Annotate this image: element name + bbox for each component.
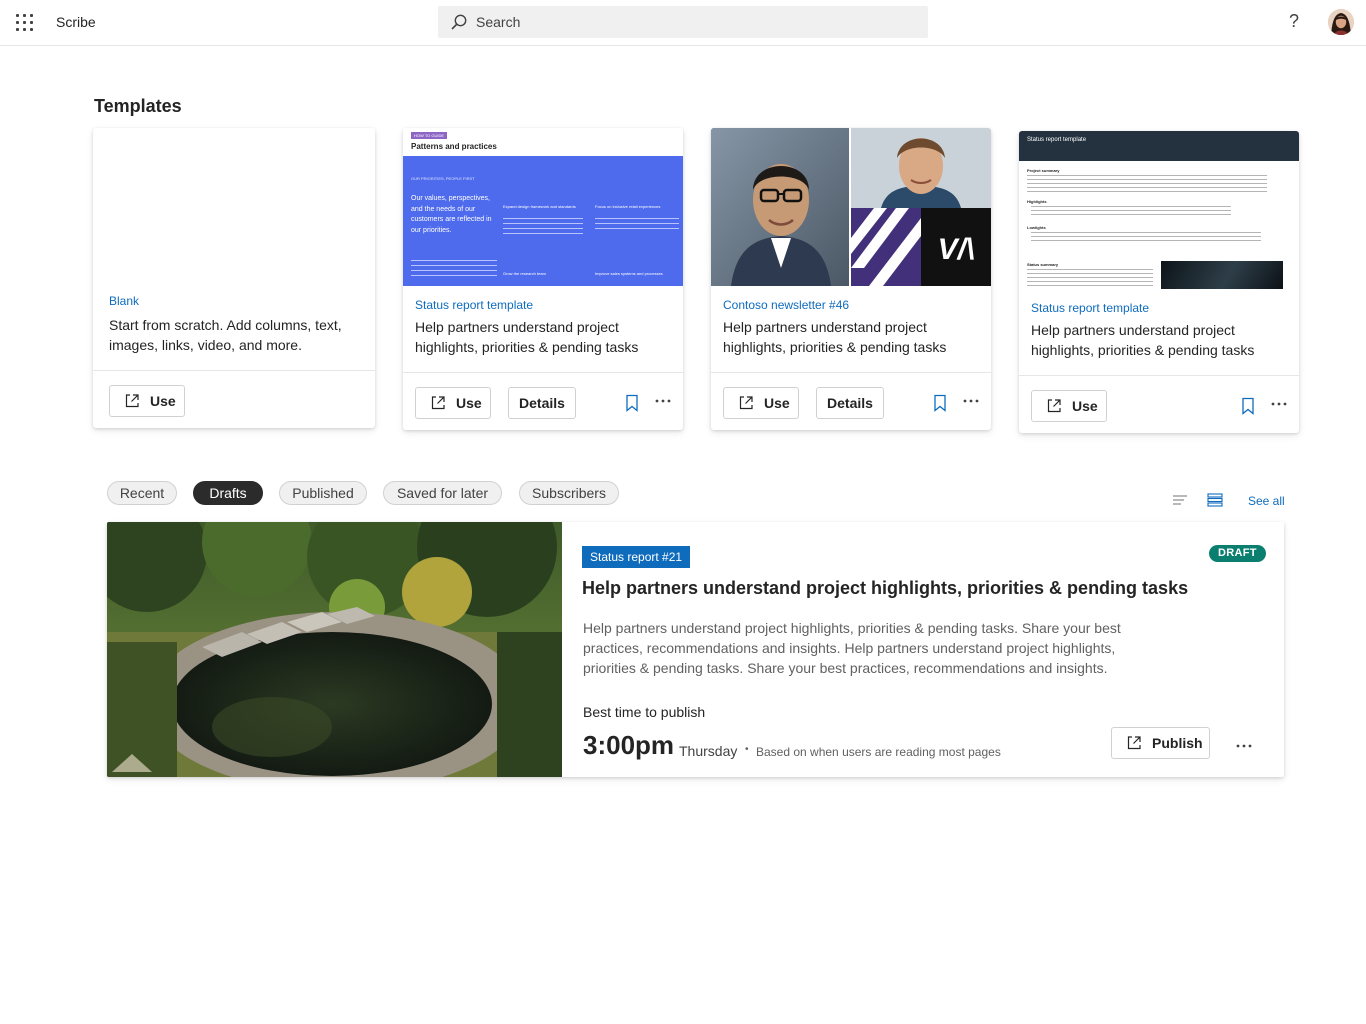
thumb-col2-title: Expand design framework and standards [503, 204, 576, 209]
draft-card[interactable]: Status report #21 DRAFT Help partners un… [107, 522, 1284, 777]
user-photo-icon [1328, 9, 1354, 35]
template-card-newsletter[interactable]: V/\ Contoso newsletter #46 Help partners… [711, 128, 991, 430]
template-thumbnail: Status report template Project summary H… [1019, 131, 1299, 289]
thumb-col3-title: Focus on inclusive retail experiences [595, 204, 661, 209]
newsletter-photo-collage-icon: V/\ [711, 128, 991, 286]
filter-pill-saved-for-later[interactable]: Saved for later [383, 481, 502, 505]
thumb-title: Status report template [1027, 137, 1087, 143]
best-time-label: Best time to publish [583, 704, 706, 720]
thumb-section: Status summary [1027, 262, 1059, 267]
draft-body: Help partners understand project highlig… [583, 620, 1121, 676]
more-options-icon[interactable] [962, 398, 980, 404]
card-divider [93, 370, 375, 371]
thumb-col3-footer: Improve sales systems and processes [595, 271, 663, 276]
publish-button-label: Publish [1152, 735, 1203, 751]
template-description: Help partners understand project highlig… [723, 319, 947, 355]
more-options-icon[interactable] [1235, 743, 1253, 749]
bookmark-icon[interactable] [1241, 397, 1255, 415]
template-kicker: Status report template [415, 298, 534, 312]
publish-button[interactable]: Publish [1111, 727, 1210, 759]
template-description: Help partners understand project highlig… [415, 319, 639, 355]
thumb-lines [595, 218, 679, 232]
card-list-view-icon[interactable] [1207, 493, 1223, 507]
search-icon [451, 14, 467, 30]
card-divider [711, 372, 991, 373]
filter-pill-drafts[interactable]: Drafts [193, 481, 263, 505]
thumb-header-bar: Status report template [1019, 131, 1299, 161]
filter-pill-recent[interactable]: Recent [107, 481, 177, 505]
bookmark-icon[interactable] [625, 394, 639, 412]
template-description: Start from scratch. Add columns, text, i… [109, 317, 342, 353]
template-thumbnail: HOW TO GUIDE Patterns and practices OUR … [403, 128, 683, 286]
use-button-label: Use [150, 393, 176, 409]
thumb-lines [1027, 175, 1267, 193]
use-button-label: Use [456, 395, 482, 411]
thumb-lines [503, 218, 583, 238]
thumb-section: Highlights [1027, 199, 1047, 204]
top-bar: Scribe Search ? [0, 0, 1366, 46]
avatar[interactable] [1328, 9, 1354, 35]
thumb-lines [1027, 269, 1153, 287]
open-external-icon [125, 394, 139, 408]
template-kicker: Status report template [1031, 301, 1150, 315]
thumb-band-text: Our values, perspectives, and the needs … [411, 195, 492, 234]
best-time-day: Thursday [679, 743, 738, 759]
see-all-link[interactable]: See all [1248, 494, 1285, 508]
use-button-label: Use [764, 395, 790, 411]
best-time-note: Based on when users are reading most pag… [756, 745, 1001, 759]
details-button[interactable]: Details [816, 387, 884, 419]
use-button[interactable]: Use [109, 385, 185, 417]
template-card-status-report-doc[interactable]: Status report template Project summary H… [1019, 131, 1299, 433]
draft-title[interactable]: Help partners understand project highlig… [582, 578, 1188, 599]
open-external-icon [1047, 399, 1061, 413]
draft-hero-image [107, 522, 562, 777]
use-button[interactable]: Use [415, 387, 491, 419]
thumb-band: OUR PRIORITIES, PEOPLE FIRST Our values,… [403, 156, 683, 286]
status-badge: DRAFT [1209, 545, 1266, 562]
open-external-icon [1127, 736, 1141, 750]
template-kicker: Blank [109, 294, 140, 308]
thumb-col2-footer: Grow the research team [503, 271, 546, 276]
app-launcher-icon[interactable] [16, 14, 33, 31]
more-options-icon[interactable] [1270, 401, 1288, 407]
more-options-icon[interactable] [654, 398, 672, 404]
details-button[interactable]: Details [508, 387, 576, 419]
open-external-icon [739, 396, 753, 410]
bookmark-icon[interactable] [933, 394, 947, 412]
best-time-value: 3:00pm [583, 730, 675, 760]
template-kicker: Contoso newsletter #46 [723, 298, 850, 312]
help-icon[interactable]: ? [1284, 11, 1304, 33]
thumb-title: Patterns and practices [411, 142, 497, 151]
template-card-blank[interactable]: Blank Start from scratch. Add columns, t… [93, 128, 375, 428]
filter-pill-subscribers[interactable]: Subscribers [519, 481, 619, 505]
compact-list-view-icon[interactable] [1172, 493, 1188, 507]
template-description: Help partners understand project highlig… [1031, 322, 1255, 358]
thumb-lines [1031, 206, 1231, 216]
template-card-status-report[interactable]: HOW TO GUIDE Patterns and practices OUR … [403, 128, 683, 430]
thumb-section: Project summary [1027, 168, 1060, 173]
card-divider [403, 372, 683, 373]
garden-pond-photo-icon [107, 522, 562, 777]
filter-pill-published[interactable]: Published [279, 481, 367, 505]
thumb-logo: V/\ [938, 233, 975, 266]
thumb-image [1161, 261, 1283, 289]
thumb-band-heading: OUR PRIORITIES, PEOPLE FIRST [411, 176, 475, 181]
draft-tag[interactable]: Status report #21 [582, 546, 691, 568]
separator-dot: • [745, 744, 749, 755]
card-divider [1019, 375, 1299, 376]
thumb-section: Lowlights [1027, 225, 1046, 230]
use-button[interactable]: Use [1031, 390, 1107, 422]
templates-heading: Templates [94, 96, 182, 116]
open-external-icon [431, 396, 445, 410]
search-placeholder: Search [476, 14, 521, 30]
app-name[interactable]: Scribe [56, 14, 96, 30]
search-input[interactable]: Search [438, 6, 928, 38]
thumb-lines [1031, 232, 1261, 242]
thumb-lines [411, 260, 497, 280]
use-button[interactable]: Use [723, 387, 799, 419]
use-button-label: Use [1072, 398, 1098, 414]
template-thumbnail: V/\ [711, 128, 991, 286]
thumb-badge: HOW TO GUIDE [411, 132, 448, 139]
